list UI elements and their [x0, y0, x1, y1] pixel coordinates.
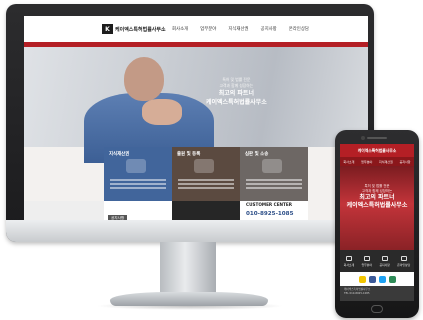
mobile-hero-text: 특허 및 법률 전문 고객과 함께 성장하는 최고의 파트너 케이엑스특허법률사… [340, 184, 414, 210]
kakao-icon[interactable] [358, 275, 366, 283]
chat-icon [400, 255, 407, 261]
service-box-filing[interactable]: 출원 및 등록 [172, 147, 240, 201]
desktop-header: K 케이엑스특허법률사무소 회사소개 업무분야 지식재산권 공지사항 온라인상담 [24, 16, 368, 42]
mobile-nav-item[interactable]: 지식재산권 [379, 160, 393, 164]
building-icon [345, 255, 352, 261]
logo-mark-icon: K [102, 24, 113, 34]
desktop-nav: 회사소개 업무분야 지식재산권 공지사항 온라인상담 [172, 26, 309, 32]
quick-menu-label: 업무분야 [361, 262, 372, 267]
service-box-title: 심판 및 소송 [245, 152, 269, 157]
quick-menu-label: 공지사항 [379, 262, 390, 267]
service-box-ip[interactable]: 지식재산권 [104, 147, 172, 201]
footer-line: TEL 010-8925-1085 [344, 292, 370, 295]
hero-person-head [124, 57, 164, 101]
hero-text: 특허 및 법률 전문 고객과 함께 성장하는 최고의 파트너 케이엑스특허법률사… [206, 77, 267, 107]
service-box-litigation[interactable]: 심판 및 소송 [240, 147, 308, 201]
customer-phone-number[interactable]: 010-8925-1085 [246, 211, 302, 217]
hero-headline: 최고의 파트너 [218, 90, 254, 97]
footer-filler [24, 201, 104, 222]
mobile-hero: 특허 및 법률 전문 고객과 함께 성장하는 최고의 파트너 케이엑스특허법률사… [340, 166, 414, 250]
camera-icon [361, 136, 365, 140]
info-row: 공지사항 CUSTOMER CENTER 010-8925-1085 [104, 201, 308, 222]
mobile-nav: 회사소개 업무분야 지식재산권 공지사항 [340, 157, 414, 166]
nav-item-consult[interactable]: 온라인상담 [289, 26, 309, 32]
desktop-screen: K 케이엑스특허법률사무소 회사소개 업무분야 지식재산권 공지사항 온라인상담… [24, 16, 368, 222]
mobile-hero-headline: 케이엑스특허법률사무소 [346, 202, 408, 209]
photo-panel [172, 201, 240, 222]
mobile-nav-item[interactable]: 공지사항 [400, 160, 411, 164]
quick-menu-notice[interactable]: 공지사항 [379, 255, 390, 267]
monitor-stand-neck [160, 242, 216, 294]
social-links [340, 272, 414, 286]
mobile-hero-headline: 최고의 파트너 [359, 194, 395, 201]
customer-center-panel: CUSTOMER CENTER 010-8925-1085 [240, 201, 308, 222]
mobile-nav-item[interactable]: 업무분야 [361, 160, 372, 164]
mobile-nav-item[interactable]: 회사소개 [343, 160, 354, 164]
quick-menu-services[interactable]: 업무분야 [361, 255, 372, 267]
nav-item-ip[interactable]: 지식재산권 [228, 26, 248, 32]
gavel-icon [262, 159, 282, 173]
computer-icon [126, 159, 146, 173]
mobile-footer: 케이엑스특허법률사무소 TEL 010-8925-1085 [340, 286, 414, 301]
facebook-icon[interactable] [368, 275, 376, 283]
speaker-grille [367, 137, 387, 139]
desktop-monitor: K 케이엑스특허법률사무소 회사소개 업무분야 지식재산권 공지사항 온라인상담… [6, 4, 374, 242]
notice-icon [381, 255, 388, 261]
mobile-header[interactable]: 케이엑스특허법률사무소 [340, 144, 414, 157]
document-icon [194, 159, 214, 173]
quick-menu-consult[interactable]: 온라인상담 [397, 255, 411, 267]
quick-menu-label: 온라인상담 [397, 262, 411, 267]
mobile-screen: 케이엑스특허법률사무소 회사소개 업무분야 지식재산권 공지사항 특허 및 법률… [340, 144, 414, 301]
service-boxes: 지식재산권 출원 및 등록 심판 및 소송 [104, 147, 308, 201]
site-logo[interactable]: K 케이엑스특허법률사무소 [102, 24, 166, 34]
nav-item-about[interactable]: 회사소개 [172, 26, 188, 32]
quick-menu-about[interactable]: 회사소개 [343, 255, 355, 267]
logo-text: 케이엑스특허법률사무소 [115, 26, 166, 33]
mobile-phone: 케이엑스특허법률사무소 회사소개 업무분야 지식재산권 공지사항 특허 및 법률… [335, 130, 419, 318]
hero-headline: 케이엑스특허법률사무소 [206, 99, 267, 106]
notice-panel: 공지사항 [104, 201, 172, 222]
service-box-text [110, 179, 166, 191]
service-box-text [246, 179, 302, 191]
nav-item-services[interactable]: 업무분야 [200, 26, 216, 32]
monitor-chin [6, 220, 374, 242]
service-box-title: 출원 및 등록 [177, 152, 201, 157]
home-button[interactable] [371, 305, 383, 313]
service-box-title: 지식재산권 [109, 152, 130, 157]
customer-center-label: CUSTOMER CENTER [246, 202, 292, 207]
briefcase-icon [363, 255, 370, 261]
hero-person-hands [142, 99, 182, 125]
monitor-stand-base [110, 292, 268, 306]
nav-item-notice[interactable]: 공지사항 [261, 26, 277, 32]
mobile-quick-menu: 회사소개 업무분야 공지사항 온라인상담 [340, 250, 414, 272]
quick-menu-label: 회사소개 [343, 262, 355, 267]
hero-banner: 특허 및 법률 전문 고객과 함께 성장하는 최고의 파트너 케이엑스특허법률사… [24, 47, 368, 163]
blog-icon[interactable] [388, 275, 396, 283]
twitter-icon[interactable] [378, 275, 386, 283]
service-box-text [178, 179, 234, 191]
